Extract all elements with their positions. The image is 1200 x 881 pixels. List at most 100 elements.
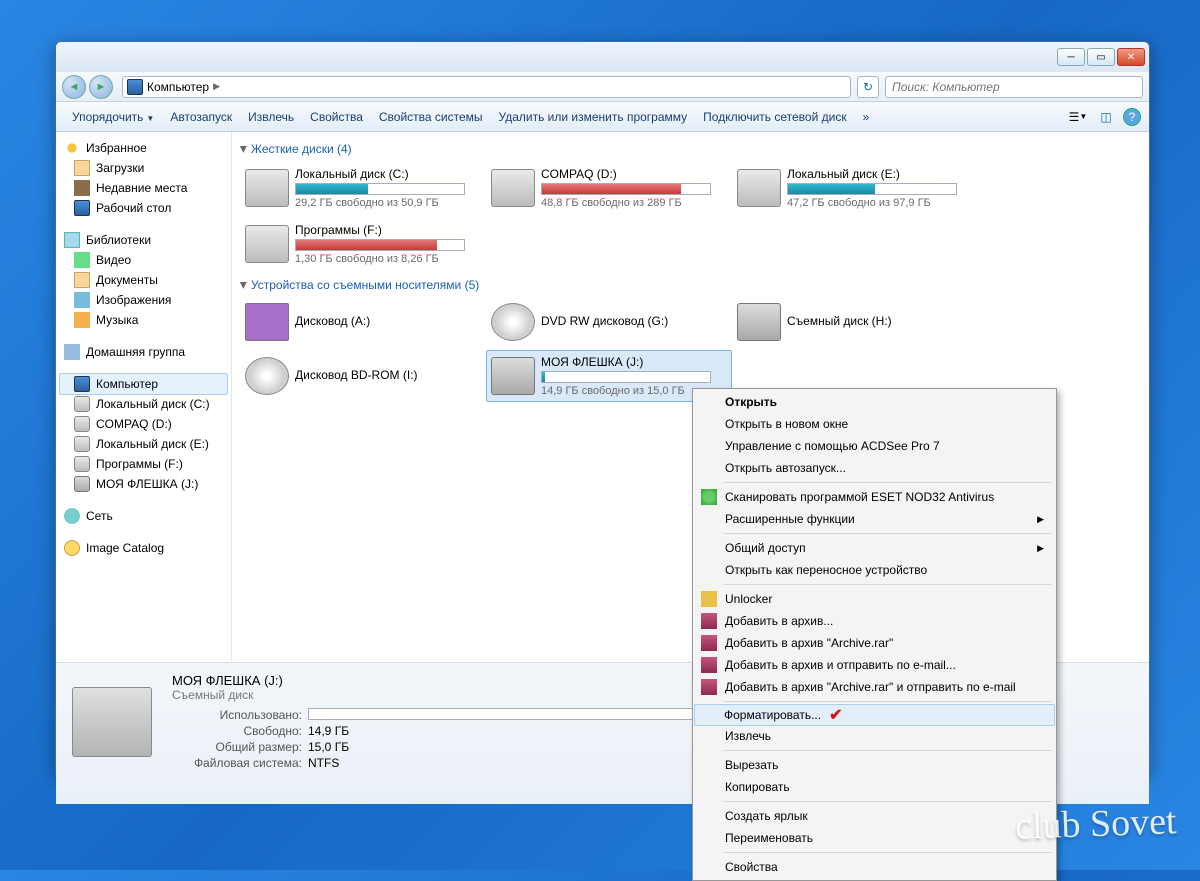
back-button[interactable]: ◄ [62, 75, 86, 99]
drive-g[interactable]: DVD RW дисковод (G:) [486, 298, 732, 346]
category-removable[interactable]: ▶Устройства со съемными носителями (5) [240, 278, 1141, 292]
sidebar-drive-d[interactable]: COMPAQ (D:) [56, 414, 231, 434]
sidebar-documents[interactable]: Документы [56, 270, 231, 290]
usb-drive-icon [74, 476, 90, 492]
winrar-icon [701, 613, 717, 629]
minimize-button[interactable]: ─ [1057, 48, 1085, 66]
organize-button[interactable]: Упорядочить▼ [64, 106, 162, 128]
toolbar-overflow[interactable]: » [855, 106, 878, 128]
close-button[interactable]: ✕ [1117, 48, 1145, 66]
navigation-bar: ◄ ► Компьютер ▶ ↻ [56, 72, 1149, 102]
category-hdd[interactable]: ▶Жесткие диски (4) [240, 142, 1141, 156]
sidebar-pictures[interactable]: Изображения [56, 290, 231, 310]
ctx-unlocker[interactable]: Unlocker [695, 588, 1054, 610]
properties-button[interactable]: Свойства [302, 106, 371, 128]
ctx-acdsee[interactable]: Управление с помощью ACDSee Pro 7 [695, 435, 1054, 457]
sidebar-recent[interactable]: Недавние места [56, 178, 231, 198]
ctx-eset-scan[interactable]: Сканировать программой ESET NOD32 Antivi… [695, 486, 1054, 508]
drive-icon [74, 416, 90, 432]
drive-icon [74, 436, 90, 452]
details-free-value: 14,9 ГБ [308, 724, 349, 738]
autoplay-button[interactable]: Автозапуск [162, 106, 240, 128]
video-icon [74, 252, 90, 268]
map-drive-button[interactable]: Подключить сетевой диск [695, 106, 854, 128]
sidebar-video[interactable]: Видео [56, 250, 231, 270]
sidebar-downloads[interactable]: Загрузки [56, 158, 231, 178]
ctx-share[interactable]: Общий доступ▶ [695, 537, 1054, 559]
ctx-advanced[interactable]: Расширенные функции▶ [695, 508, 1054, 530]
recent-icon [74, 180, 90, 196]
maximize-button[interactable]: ▭ [1087, 48, 1115, 66]
desktop-icon [74, 200, 90, 216]
sidebar-computer-header[interactable]: Компьютер [59, 373, 228, 395]
drive-a[interactable]: Дисковод (A:) [240, 298, 486, 346]
ctx-autoplay[interactable]: Открыть автозапуск... [695, 457, 1054, 479]
details-total-value: 15,0 ГБ [308, 740, 349, 754]
sidebar-music[interactable]: Музыка [56, 310, 231, 330]
sidebar-desktop[interactable]: Рабочий стол [56, 198, 231, 218]
toolbar: Упорядочить▼ Автозапуск Извлечь Свойства… [56, 102, 1149, 132]
drive-i[interactable]: Дисковод BD-ROM (I:) [240, 350, 486, 402]
help-button[interactable]: ? [1123, 108, 1141, 126]
drive-d[interactable]: COMPAQ (D:)48,8 ГБ свободно из 289 ГБ [486, 162, 732, 214]
watermark: club Sovet [1014, 799, 1177, 849]
ctx-open-new-window[interactable]: Открыть в новом окне [695, 413, 1054, 435]
breadcrumb-arrow-icon[interactable]: ▶ [213, 81, 220, 92]
hdd-icon [245, 169, 289, 207]
ctx-properties[interactable]: Свойства [695, 856, 1054, 878]
sidebar-libraries-header[interactable]: Библиотеки [56, 230, 231, 250]
drive-h[interactable]: Съемный диск (H:) [732, 298, 978, 346]
sidebar-network[interactable]: Сеть [56, 506, 231, 526]
forward-button[interactable]: ► [89, 75, 113, 99]
homegroup-icon [64, 344, 80, 360]
sidebar-image-catalog[interactable]: Image Catalog [56, 538, 231, 558]
view-options-button[interactable]: ☰▼ [1067, 106, 1089, 128]
winrar-icon [701, 679, 717, 695]
ctx-archive-rar[interactable]: Добавить в архив "Archive.rar" [695, 632, 1054, 654]
ctx-eject[interactable]: Извлечь [695, 725, 1054, 747]
search-input[interactable] [885, 76, 1143, 98]
drive-e[interactable]: Локальный диск (E:)47,2 ГБ свободно из 9… [732, 162, 978, 214]
drive-icon [74, 456, 90, 472]
ctx-format[interactable]: Форматировать...✔ [694, 704, 1055, 726]
sidebar-drive-f[interactable]: Программы (F:) [56, 454, 231, 474]
drive-f[interactable]: Программы (F:)1,30 ГБ свободно из 8,26 Г… [240, 218, 486, 270]
details-used-label: Использовано: [172, 708, 302, 722]
submenu-arrow-icon: ▶ [1037, 543, 1044, 554]
sidebar-favorites-header[interactable]: Избранное [56, 138, 231, 158]
ctx-copy[interactable]: Копировать [695, 776, 1054, 798]
ctx-archive-rar-email[interactable]: Добавить в архив "Archive.rar" и отправи… [695, 676, 1054, 698]
details-type: Съемный диск [172, 688, 748, 702]
details-fs-label: Файловая система: [172, 756, 302, 770]
ctx-cut[interactable]: Вырезать [695, 754, 1054, 776]
drive-c[interactable]: Локальный диск (C:)29,2 ГБ свободно из 5… [240, 162, 486, 214]
documents-icon [74, 272, 90, 288]
sidebar-drive-j[interactable]: МОЯ ФЛЕШКА (J:) [56, 474, 231, 494]
refresh-button[interactable]: ↻ [857, 76, 879, 98]
address-bar[interactable]: Компьютер ▶ [122, 76, 851, 98]
ctx-open[interactable]: Открыть [695, 391, 1054, 413]
preview-pane-button[interactable]: ◫ [1095, 106, 1117, 128]
system-properties-button[interactable]: Свойства системы [371, 106, 491, 128]
red-checkmark-icon: ✔ [829, 705, 842, 725]
details-fs-value: NTFS [308, 756, 339, 770]
hdd-icon [245, 225, 289, 263]
winrar-icon [701, 635, 717, 651]
removable-icon [737, 303, 781, 341]
ctx-portable[interactable]: Открыть как переносное устройство [695, 559, 1054, 581]
sidebar-drive-e[interactable]: Локальный диск (E:) [56, 434, 231, 454]
ctx-create-shortcut[interactable]: Создать ярлык [695, 805, 1054, 827]
sidebar-drive-c[interactable]: Локальный диск (C:) [56, 394, 231, 414]
sidebar-homegroup[interactable]: Домашняя группа [56, 342, 231, 362]
ctx-archive-add[interactable]: Добавить в архив... [695, 610, 1054, 632]
uninstall-button[interactable]: Удалить или изменить программу [491, 106, 696, 128]
floppy-icon [245, 303, 289, 341]
eset-icon [701, 489, 717, 505]
ctx-rename[interactable]: Переименовать [695, 827, 1054, 849]
libraries-icon [64, 232, 80, 248]
eject-button[interactable]: Извлечь [240, 106, 302, 128]
titlebar[interactable]: ─ ▭ ✕ [56, 42, 1149, 72]
ctx-archive-email[interactable]: Добавить в архив и отправить по e-mail..… [695, 654, 1054, 676]
folder-icon [74, 160, 90, 176]
details-free-label: Свободно: [172, 724, 302, 738]
